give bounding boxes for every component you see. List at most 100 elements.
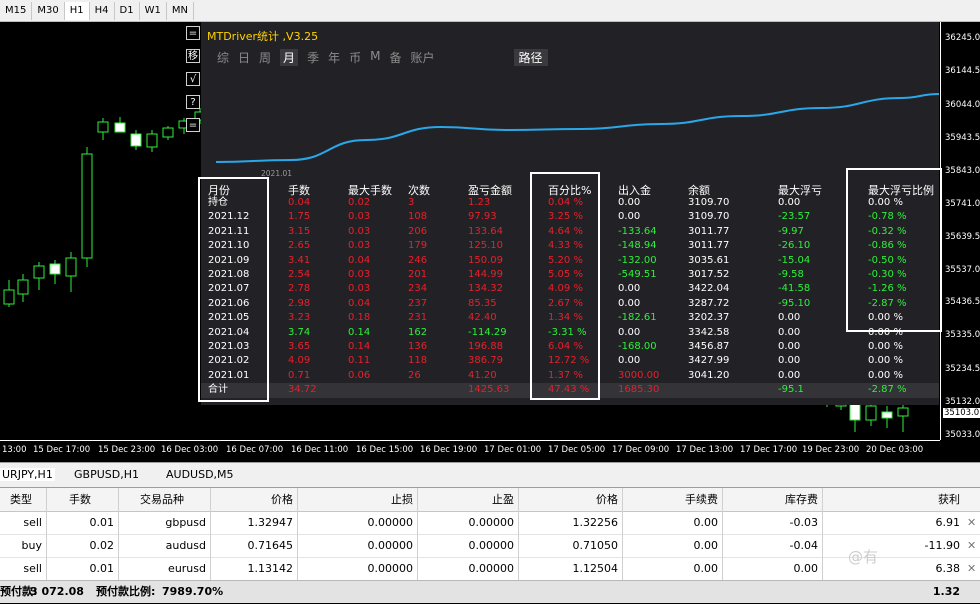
close-order-icon[interactable]: ✕ xyxy=(967,562,976,575)
stats-cell-flow: -549.51 xyxy=(618,269,657,280)
time-tick-label: 15 Dec 17:00 xyxy=(33,445,91,455)
candle-body xyxy=(65,257,77,277)
timeframe-w1-button[interactable]: W1 xyxy=(140,1,167,20)
price-tick-label: 35033.0 xyxy=(945,430,980,440)
side-collapse-button[interactable]: = xyxy=(186,118,200,132)
trade-cell-tp: 0.00000 xyxy=(468,562,515,575)
trade-cell-price: 1.32256 xyxy=(572,516,619,529)
stats-cell-count: 234 xyxy=(408,283,428,295)
period-tab-1[interactable]: 日 xyxy=(238,49,250,66)
timeframe-mn-button[interactable]: MN xyxy=(167,1,194,20)
trade-cell-type: sell xyxy=(23,516,42,529)
trade-cell-swap: 0.00 xyxy=(793,562,819,575)
trade-cell-open-price: 0.71645 xyxy=(247,539,294,552)
close-order-icon[interactable]: ✕ xyxy=(967,516,976,529)
price-tick-label: 35335.0 xyxy=(945,330,980,340)
stats-cell-lots: 3.74 xyxy=(288,326,311,338)
column-divider xyxy=(46,488,47,580)
time-tick-label: 16 Dec 19:00 xyxy=(420,445,478,455)
period-tab-9[interactable]: 账户 xyxy=(410,49,434,66)
price-tick-label: 36245.0 xyxy=(945,33,980,43)
trade-cell-swap: -0.03 xyxy=(789,516,818,529)
side-minimize-button[interactable]: = xyxy=(186,26,200,40)
period-tabs: 综日周月季年币 M 备账户 路径 xyxy=(217,49,557,66)
stats-cell-flow: -133.64 xyxy=(618,225,657,237)
close-order-icon[interactable]: ✕ xyxy=(967,539,976,552)
time-tick-label: 20 Dec 03:00 xyxy=(866,445,924,455)
trade-header-profit: 获利 xyxy=(938,493,960,506)
period-tab-7[interactable]: M xyxy=(370,49,380,66)
price-tick-label: 35436.5 xyxy=(945,297,980,307)
chart-tab[interactable]: GBPUSD,H1 xyxy=(74,468,139,481)
stats-cell-pnl: 196.88 xyxy=(468,341,503,352)
stats-cell-max_dd: 0.00 xyxy=(778,197,801,208)
trade-header-symbol: 交易品种 xyxy=(140,493,184,506)
period-tab-6[interactable]: 币 xyxy=(349,49,361,66)
trade-cell-open-price: 1.32947 xyxy=(247,516,294,529)
trade-row[interactable]: sell 0.01 eurusd 1.13142 0.00000 0.00000 1.125… xyxy=(0,557,980,581)
stats-cell-max_lots: 0.14 xyxy=(348,326,371,338)
trade-cell-profit: 6.91 xyxy=(935,516,961,529)
trade-cell-open-price: 1.13142 xyxy=(247,562,294,575)
stats-cell-balance: 3287.72 xyxy=(688,297,730,309)
period-tab-8[interactable]: 备 xyxy=(389,49,401,66)
timeframe-m30-button[interactable]: M30 xyxy=(32,1,65,20)
trade-header-row: 类型 手数 交易品种 价格 止损 止盈 价格 手续费 库存费 获利 xyxy=(0,488,980,512)
stats-cell-flow: -132.00 xyxy=(618,254,657,266)
stats-cell-balance: 3109.70 xyxy=(688,211,730,223)
balance-bar: 预付款: 3 072.08 预付款比例: 7989.70% 1.32 xyxy=(0,580,980,603)
equity-curve-line xyxy=(215,93,939,163)
price-tick-label: 35639.5 xyxy=(945,232,980,242)
price-chart[interactable]: = 移 √? = MTDriver统计 ,V3.25 综日周月季年币 M 备账户 路径 20… xyxy=(0,22,980,462)
stats-cell-count: 3 xyxy=(408,197,415,208)
stats-cell-balance: 3017.52 xyxy=(688,269,730,280)
stats-cell-pnl: 133.64 xyxy=(468,225,503,237)
stats-cell-max_dd: -9.97 xyxy=(778,225,804,237)
period-tab-0[interactable]: 综 xyxy=(217,49,229,66)
time-tick-label: 16 Dec 15:00 xyxy=(356,445,414,455)
timeframe-toolbar: M15 M30 H1 H4 D1 W1 MN xyxy=(0,0,980,22)
chart-tab[interactable]: URJPY,H1 xyxy=(0,468,55,481)
candle-body xyxy=(146,133,158,148)
price-tick-label: 35234.5 xyxy=(945,364,980,374)
trade-terminal: 类型 手数 交易品种 价格 止损 止盈 价格 手续费 库存费 获利 sell 0.01 gbpusd 1.… xyxy=(0,488,980,603)
stats-cell-flow: 0.00 xyxy=(618,197,641,208)
time-tick-label: 19 Dec 23:00 xyxy=(802,445,860,455)
column-divider xyxy=(622,488,623,580)
timeframe-h4-button[interactable]: H4 xyxy=(90,1,115,20)
period-tab-2[interactable]: 周 xyxy=(259,49,271,66)
time-tick-label: 17 Dec 13:00 xyxy=(676,445,734,455)
trade-row[interactable]: buy 0.02 audusd 0.71645 0.00000 0.00000 0.7105… xyxy=(0,534,980,558)
time-tick-label: 16 Dec 03:00 xyxy=(161,445,219,455)
chart-tab[interactable]: AUDUSD,M5 xyxy=(166,468,234,481)
path-tab[interactable]: 路径 xyxy=(513,49,548,66)
trade-row[interactable]: sell 0.01 gbpusd 1.32947 0.00000 0.00000 1.322… xyxy=(0,511,980,535)
column-divider xyxy=(822,488,823,580)
stats-cell-count: 26 xyxy=(408,369,421,381)
column-divider xyxy=(417,488,418,580)
timeframe-d1-button[interactable]: D1 xyxy=(115,1,140,20)
trade-header-swap: 库存费 xyxy=(785,493,818,506)
price-tick-label: 35943.5 xyxy=(945,133,980,143)
candle-body xyxy=(114,122,126,133)
stats-cell-max_lots: 0.11 xyxy=(348,355,371,367)
stats-cell-max_dd_pct: 0.00 % xyxy=(868,369,903,381)
highlight-box-percent xyxy=(530,172,600,400)
timeframe-h1-button[interactable]: H1 xyxy=(64,1,90,20)
timeframe-m15-button[interactable]: M15 xyxy=(0,1,33,20)
price-tick-label: 35843.0 xyxy=(945,166,980,176)
stats-cell-pnl: 386.79 xyxy=(468,355,503,367)
stats-cell-max_lots: 0.14 xyxy=(348,341,371,352)
trade-cell-price: 1.12504 xyxy=(572,562,619,575)
side-move-button[interactable]: 移 xyxy=(186,49,200,63)
total-profit: 1.32 xyxy=(932,585,960,598)
candle-body xyxy=(881,411,893,419)
time-tick-label: 17 Dec 05:00 xyxy=(548,445,606,455)
stats-cell-balance: 3041.20 xyxy=(688,369,730,381)
period-tab-3[interactable]: 月 xyxy=(280,49,299,66)
side-check-button[interactable]: √ xyxy=(186,72,200,86)
stats-cell-pnl: 125.10 xyxy=(468,240,503,252)
side-help-button[interactable]: ? xyxy=(186,95,200,109)
period-tab-5[interactable]: 年 xyxy=(328,49,340,66)
period-tab-4[interactable]: 季 xyxy=(307,49,319,66)
